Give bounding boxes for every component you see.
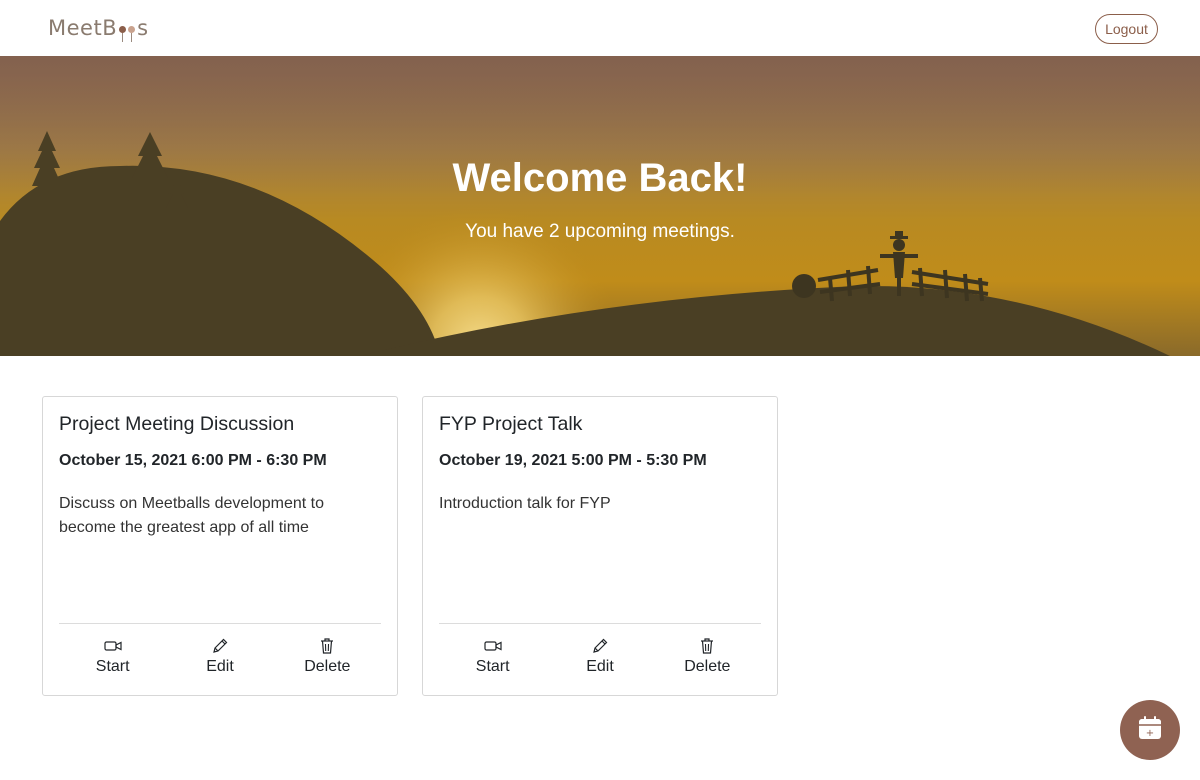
edit-label: Edit <box>206 658 234 675</box>
calendar-plus-icon: + <box>1137 715 1163 746</box>
pencil-icon <box>211 637 229 655</box>
meeting-description: Discuss on Meetballs development to beco… <box>59 495 325 536</box>
meeting-card: Project Meeting Discussion October 15, 2… <box>42 396 398 696</box>
card-divider <box>439 623 761 624</box>
delete-meeting-button[interactable]: Delete <box>654 637 761 681</box>
start-label: Start <box>95 658 130 675</box>
logo-text-left: MeetB <box>48 16 118 40</box>
delete-label: Delete <box>684 658 731 675</box>
edit-label: Edit <box>586 658 614 675</box>
meeting-time: October 19, 2021 5:00 PM - 5:30 PM <box>439 452 707 469</box>
hero-title: Welcome Back! <box>452 156 748 200</box>
meeting-description: Introduction talk for FYP <box>439 495 611 512</box>
boulder <box>792 274 816 298</box>
meeting-title: FYP Project Talk <box>439 413 583 435</box>
edit-meeting-button[interactable]: Edit <box>546 637 653 681</box>
video-camera-icon <box>104 637 122 655</box>
meeting-actions: Start Edit Delete <box>439 637 761 681</box>
hillside-illustration <box>0 56 1200 356</box>
meeting-title: Project Meeting Discussion <box>59 413 295 435</box>
meeting-time: October 15, 2021 6:00 PM - 6:30 PM <box>59 452 327 469</box>
delete-meeting-button[interactable]: Delete <box>274 637 381 681</box>
card-divider <box>59 623 381 624</box>
edit-meeting-button[interactable]: Edit <box>166 637 273 681</box>
trash-icon <box>318 637 336 655</box>
trash-icon <box>698 637 716 655</box>
start-meeting-button[interactable]: Start <box>59 637 166 681</box>
meetballs-logo[interactable]: MeetB s <box>48 14 149 42</box>
logout-button[interactable]: Logout <box>1095 14 1158 44</box>
logo-text-right: s <box>137 16 149 40</box>
hero-subtitle: You have 2 upcoming meetings. <box>465 221 735 242</box>
start-label: Start <box>475 658 510 675</box>
logo-balls-icon <box>118 24 136 42</box>
meeting-card: FYP Project Talk October 19, 2021 5:00 P… <box>422 396 778 696</box>
video-camera-icon <box>484 637 502 655</box>
hero-banner: Welcome Back! You have 2 upcoming meetin… <box>0 56 1200 356</box>
pencil-icon <box>591 637 609 655</box>
start-meeting-button[interactable]: Start <box>439 637 546 681</box>
navbar: MeetB s Logout <box>0 0 1200 56</box>
meeting-actions: Start Edit Delete <box>59 637 381 681</box>
add-meeting-button[interactable]: + <box>1120 700 1180 760</box>
calendar-plus-glyph: + <box>1146 728 1154 739</box>
delete-label: Delete <box>304 658 351 675</box>
